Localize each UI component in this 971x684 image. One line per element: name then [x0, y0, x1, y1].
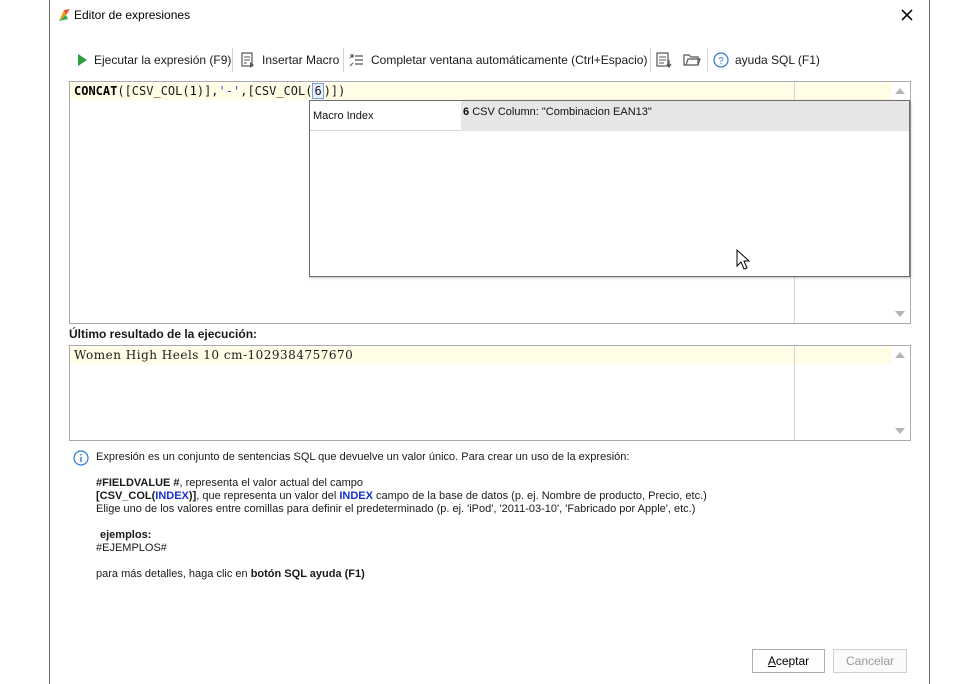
save-list-icon: [656, 52, 672, 68]
accept-button[interactable]: Aceptar: [752, 649, 825, 673]
examples-value: #EJEMPLOS#: [96, 542, 167, 554]
expression-editor[interactable]: CONCAT([CSV_COL(1)],'-',[CSV_COL(6)]) Ma…: [69, 81, 911, 324]
help-intro: Expresión es un conjunto de sentencias S…: [96, 451, 630, 463]
fieldvalue-text: , representa el valor actual del campo: [179, 477, 363, 489]
result-scrollbar[interactable]: [892, 346, 910, 440]
insert-macro-icon: [241, 52, 254, 68]
macro-index-label: Macro Index: [313, 110, 374, 122]
open-folder-button[interactable]: [683, 46, 701, 74]
scroll-down-arrow-icon[interactable]: [895, 311, 905, 317]
close-icon[interactable]: [897, 5, 917, 25]
code-segment: )]): [323, 84, 346, 98]
examples-label: ejemplos:: [100, 529, 152, 541]
macro-hint-text: CSV Column: "Combinacion EAN13": [472, 106, 652, 118]
csvcol-open: [CSV_COL(: [96, 490, 156, 502]
expression-code[interactable]: CONCAT([CSV_COL(1)],'-',[CSV_COL(6)]): [74, 83, 346, 99]
insert-macro-label: Insertar Macro: [262, 53, 340, 67]
csvcol-index: INDEX: [155, 490, 189, 502]
window-title: Editor de expresiones: [74, 8, 191, 22]
csvcol-index2: INDEX: [339, 490, 373, 502]
mouse-pointer-icon: [736, 249, 751, 270]
help-question-icon: ?: [713, 52, 729, 68]
toolbar-divider: [650, 48, 651, 72]
toolbar-divider: [343, 48, 344, 72]
insert-macro-button[interactable]: Insertar Macro: [240, 46, 339, 74]
macro-hint-row[interactable]: Macro Index 6 CSV Column: "Combinacion E…: [310, 101, 909, 131]
toolbar: Ejecutar la expresión (F9) Insertar Macr…: [70, 46, 917, 74]
macro-hint-popup: Macro Index 6 CSV Column: "Combinacion E…: [309, 100, 910, 277]
macro-hint-index: 6: [463, 106, 470, 118]
folder-open-icon: [683, 54, 701, 66]
result-label: Último resultado de la ejecución:: [69, 327, 258, 341]
code-segment: )],: [196, 84, 219, 98]
sql-help-button[interactable]: ? ayuda SQL (F1): [713, 46, 820, 74]
help-fieldvalue-line: #FIELDVALUE #, representa el valor actua…: [96, 477, 363, 490]
fieldvalue-token: #FIELDVALUE #: [96, 477, 180, 489]
accept-accelerator: A: [767, 654, 776, 668]
autocomplete-button[interactable]: Completar ventana automáticamente (Ctrl+…: [349, 46, 647, 74]
result-output[interactable]: Women High Heels 10 cm-1029384757670: [69, 345, 911, 441]
code-function: CONCAT: [74, 84, 118, 98]
accept-label: ceptar: [775, 654, 810, 668]
svg-text:?: ?: [718, 56, 724, 67]
csvcol-text2: campo de la base de datos (p. ej. Nombre…: [372, 490, 707, 502]
result-margin-line: [794, 346, 795, 440]
title-bar: Editor de expresiones: [50, 0, 929, 32]
code-number: 1: [189, 84, 197, 98]
code-segment: ,[CSV_COL(: [240, 84, 313, 98]
scroll-up-arrow-icon[interactable]: [895, 88, 905, 94]
toolbar-divider: [707, 48, 708, 72]
autocomplete-label: Completar ventana automáticamente (Ctrl+…: [371, 53, 648, 67]
code-segment: ([CSV_COL(: [117, 84, 190, 98]
sql-help-label: ayuda SQL (F1): [735, 53, 820, 67]
details-text: para más detalles, haga clic en: [96, 568, 251, 580]
scroll-up-arrow-icon[interactable]: [895, 352, 905, 358]
info-icon: [73, 450, 89, 466]
run-expression-label: Ejecutar la expresión (F9): [94, 53, 232, 67]
code-number-caret: 6: [312, 83, 324, 99]
code-string: '-': [218, 84, 241, 98]
autocomplete-icon: [349, 53, 363, 67]
scroll-down-arrow-icon[interactable]: [895, 428, 905, 434]
help-quotes-line: Elige uno de los valores entre comillas …: [96, 503, 696, 515]
macro-hint-value[interactable]: 6 CSV Column: "Combinacion EAN13": [461, 101, 909, 131]
play-icon: [78, 54, 87, 66]
help-csvcol-line: [CSV_COL(INDEX)], que representa un valo…: [96, 490, 707, 503]
app-logo-icon: [59, 9, 70, 21]
result-value: Women High Heels 10 cm-1029384757670: [74, 348, 354, 362]
run-expression-button[interactable]: Ejecutar la expresión (F9): [76, 46, 231, 74]
csvcol-text1: , que representa un valor del: [196, 490, 340, 502]
details-bold: botón SQL ayuda (F1): [250, 568, 365, 580]
cancel-button[interactable]: Cancelar: [833, 649, 907, 673]
expression-editor-window: Editor de expresiones Ejecutar la expres…: [49, 0, 930, 684]
help-details-line: para más detalles, haga clic en botón SQ…: [96, 568, 365, 581]
toolbar-divider: [232, 48, 233, 72]
save-expression-button[interactable]: [656, 46, 674, 74]
